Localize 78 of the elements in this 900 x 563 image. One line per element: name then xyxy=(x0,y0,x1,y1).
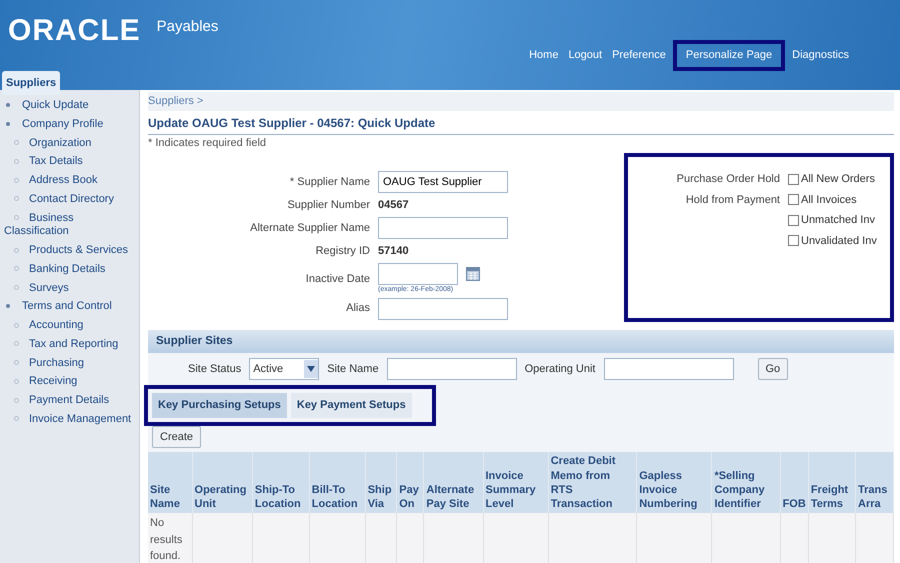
checkbox[interactable] xyxy=(788,235,799,246)
column-header: Site Name xyxy=(148,452,192,514)
column-header: Create Debit Memo from RTS Transaction xyxy=(548,452,637,514)
empty-message: No results found. xyxy=(148,513,192,563)
header-link[interactable]: Personalize Page xyxy=(682,47,776,63)
sidebar-subitem[interactable]: Accounting xyxy=(0,316,139,335)
required-note: * Indicates required field xyxy=(148,136,268,150)
status-dropdown[interactable]: Active xyxy=(249,358,320,380)
column-header: Ship-To Location xyxy=(252,452,310,514)
field-label: Registry ID xyxy=(314,244,371,259)
section-header: Supplier Sites xyxy=(148,330,894,353)
checkbox[interactable] xyxy=(788,194,799,206)
sidebar-subitem[interactable]: Organization xyxy=(0,134,139,152)
header-link[interactable]: Logout xyxy=(565,45,606,66)
sidebar-subitem[interactable]: Purchasing xyxy=(0,354,139,372)
sidebar-subitem[interactable]: Payment Details xyxy=(0,391,139,410)
column-header: Bill-To Location xyxy=(309,452,366,514)
field-label: Alternate Supplier Name xyxy=(249,220,371,236)
sidebar-subitem[interactable]: Tax Details xyxy=(0,152,139,171)
go-button[interactable]: Go xyxy=(758,358,788,380)
breadcrumb-link[interactable]: Suppliers > xyxy=(148,95,204,107)
column-header: Invoice Summary Level xyxy=(483,452,548,514)
column-header: *Selling Company Identifier xyxy=(712,452,780,514)
checkbox-label[interactable]: Unmatched Inv xyxy=(801,212,875,228)
sidebar-subitem[interactable]: Banking Details xyxy=(0,260,139,278)
field-label: Supplier Number xyxy=(286,198,371,213)
sidebar-subitem[interactable]: Address Book xyxy=(0,171,139,190)
field-label: Alias xyxy=(345,301,371,316)
column-header: Freight Terms xyxy=(808,452,856,514)
checkbox-label[interactable]: Unvalidated Inv xyxy=(801,232,877,249)
checkbox[interactable] xyxy=(788,174,799,185)
column-header: Gapless Invoice Numbering xyxy=(636,452,712,514)
sidebar-subitem[interactable]: Contact Directory xyxy=(0,190,139,208)
sidebar-subitem[interactable]: Invoice Management xyxy=(0,410,139,428)
column-header: Pay On xyxy=(396,452,424,514)
hold-label: Hold from Payment xyxy=(684,192,781,208)
date-field[interactable] xyxy=(378,263,458,285)
sidebar-item[interactable]: Quick Update xyxy=(0,96,139,115)
header-link[interactable]: Diagnostics xyxy=(789,45,852,66)
field-value: 04567 xyxy=(378,198,409,213)
filter-label: Site Status xyxy=(188,362,242,377)
field-label: Inactive Date xyxy=(304,272,371,287)
filter-label: Operating Unit xyxy=(524,362,596,377)
filter-label: Site Name xyxy=(327,362,379,377)
app-title: Payables xyxy=(156,17,218,37)
sidebar-item[interactable]: Company Profile xyxy=(0,114,139,134)
sidebar-subitem[interactable]: Surveys xyxy=(0,278,139,298)
sidebar-subitem[interactable]: Tax and Reporting xyxy=(0,334,139,354)
create-button[interactable]: Create xyxy=(152,426,202,448)
column-header: Alternate Pay Site xyxy=(424,452,483,514)
column-header: Operating Unit xyxy=(192,452,252,514)
sidebar-subitem[interactable]: Products & Services xyxy=(0,241,139,260)
column-header: Ship Via xyxy=(365,452,397,514)
checkbox-label[interactable]: All Invoices xyxy=(801,192,857,208)
sidebar-subitem[interactable]: Receiving xyxy=(0,372,139,391)
text-field[interactable] xyxy=(386,358,517,380)
header-link[interactable]: Home xyxy=(526,45,562,66)
subtab[interactable]: Key Payment Setups xyxy=(290,393,412,418)
field-label: * Supplier Name xyxy=(288,174,371,190)
sidebar-item[interactable]: Terms and Control xyxy=(0,297,139,316)
text-field[interactable] xyxy=(604,358,734,380)
text-field[interactable]: OAUG Test Supplier xyxy=(378,171,508,193)
calendar-icon[interactable] xyxy=(466,267,480,281)
field-value: 57140 xyxy=(378,244,409,259)
oracle-logo: ORACLE xyxy=(8,16,141,46)
header-link[interactable]: Preference xyxy=(609,45,669,66)
checkbox[interactable] xyxy=(788,214,799,226)
hold-label: Purchase Order Hold xyxy=(676,172,781,187)
text-field[interactable] xyxy=(378,217,508,239)
sidebar-subitem[interactable]: Business Classification xyxy=(0,208,139,241)
subtab[interactable]: Key Purchasing Setups xyxy=(152,393,287,418)
column-header: Trans Arra xyxy=(856,452,894,514)
caret-icon[interactable] xyxy=(307,366,316,372)
checkbox-label[interactable]: All New Orders xyxy=(801,171,875,188)
column-header: FOB xyxy=(780,452,808,514)
nav-tab[interactable]: Suppliers xyxy=(2,70,60,95)
page-title: Update OAUG Test Supplier - 04567: Quick Update xyxy=(148,110,894,134)
text-field[interactable] xyxy=(378,298,508,320)
